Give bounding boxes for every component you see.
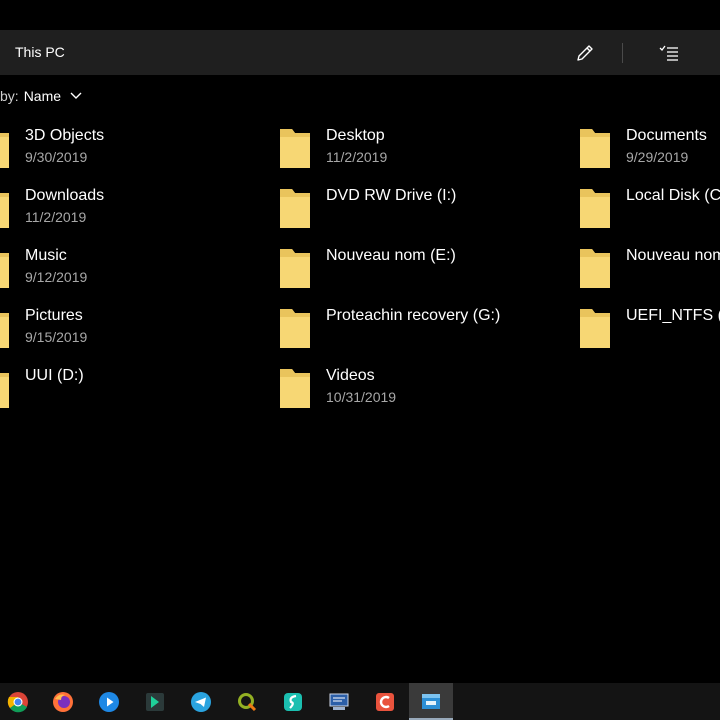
- item-name: Nouveau nom: [626, 247, 720, 264]
- folder-icon: [280, 249, 310, 288]
- surfshark-icon[interactable]: [271, 683, 315, 720]
- item-name: Music: [25, 247, 67, 264]
- folder-icon: [0, 133, 9, 168]
- item-date: 10/31/2019: [326, 389, 397, 405]
- folder-icon: [580, 129, 610, 168]
- item-name: Downloads: [25, 187, 105, 204]
- item-name: Pictures: [25, 307, 83, 324]
- item-name: UEFI_NTFS (F: [626, 307, 720, 324]
- taskbar: [0, 683, 720, 720]
- folder-icon: [280, 189, 310, 228]
- folder-icon: [280, 369, 310, 408]
- file-explorer-icon[interactable]: [409, 683, 453, 720]
- item-name: 3D Objects: [25, 127, 105, 144]
- item-name: Documents: [626, 127, 707, 144]
- item-date: 9/30/2019: [25, 149, 88, 165]
- item-name: Videos: [326, 367, 375, 384]
- folder-icon: [280, 309, 310, 348]
- item-date: 9/15/2019: [25, 329, 88, 345]
- folder-icon: [0, 313, 9, 348]
- chrome-icon[interactable]: [0, 683, 40, 720]
- folder-icon: [580, 309, 610, 348]
- item-name: UUI (D:): [25, 367, 84, 384]
- folder-icon: [280, 129, 310, 168]
- item-name: Local Disk (C:: [626, 187, 720, 204]
- kite-app-icon[interactable]: [133, 683, 177, 720]
- folder-icon: [580, 189, 610, 228]
- camtasia-icon[interactable]: [363, 683, 407, 720]
- item-date: 9/12/2019: [25, 269, 88, 285]
- telegram-icon[interactable]: [179, 683, 223, 720]
- qgis-icon[interactable]: [225, 683, 269, 720]
- item-name: Proteachin recovery (G:): [326, 307, 501, 324]
- network-tool-icon[interactable]: [317, 683, 361, 720]
- item-date: 11/2/2019: [326, 149, 388, 165]
- item-name: Nouveau nom (E:): [326, 247, 456, 264]
- folder-icon: [580, 249, 610, 288]
- item-name: Desktop: [326, 127, 385, 144]
- folder-icon: [0, 193, 9, 228]
- folder-icon: [0, 253, 9, 288]
- item-date: 9/29/2019: [626, 149, 689, 165]
- media-player-icon[interactable]: [87, 683, 131, 720]
- items-grid: 3D Objects 9/30/2019 Desktop 11/2/2019 D…: [0, 0, 720, 720]
- firefox-icon[interactable]: [41, 683, 85, 720]
- folder-icon: [0, 373, 9, 408]
- item-name: DVD RW Drive (I:): [326, 187, 457, 204]
- item-date: 11/2/2019: [25, 209, 87, 225]
